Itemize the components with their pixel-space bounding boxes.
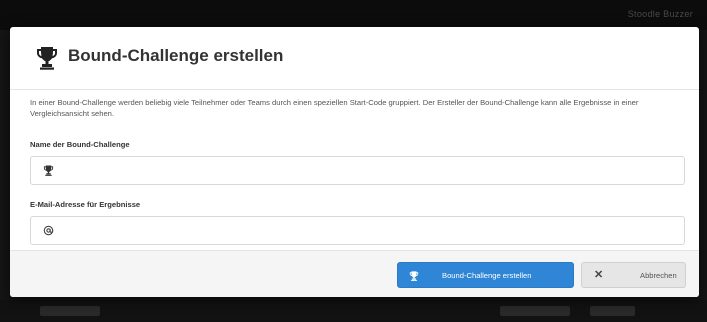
challenge-name-label: Name der Bound-Challenge <box>30 140 130 149</box>
challenge-name-input[interactable] <box>61 157 671 184</box>
trophy-icon <box>409 271 419 281</box>
at-icon <box>43 225 54 236</box>
dialog-title: Bound-Challenge erstellen <box>68 46 284 65</box>
create-bound-challenge-dialog: Bound-Challenge erstellen In einer Bound… <box>10 27 699 297</box>
dialog-footer: Bound-Challenge erstellen ✕ Abbrechen <box>10 250 699 297</box>
background-shape <box>590 306 635 316</box>
cancel-button[interactable]: ✕ Abbrechen <box>581 262 686 288</box>
create-challenge-button[interactable]: Bound-Challenge erstellen <box>397 262 574 288</box>
background-topbar: Stoodle Buzzer <box>0 0 707 30</box>
intro-text: In einer Bound-Challenge werden beliebig… <box>30 98 639 118</box>
create-challenge-label: Bound-Challenge erstellen <box>442 271 532 280</box>
dialog-body: In einer Bound-Challenge werden beliebig… <box>10 90 699 250</box>
close-icon: ✕ <box>594 269 604 281</box>
trophy-icon <box>37 47 57 70</box>
email-field[interactable] <box>30 216 685 245</box>
trophy-icon <box>43 165 54 176</box>
email-input[interactable] <box>61 217 671 244</box>
topbar-text: Stoodle Buzzer <box>627 9 693 19</box>
background-shape <box>500 306 570 316</box>
email-label: E-Mail-Adresse für Ergebnisse <box>30 200 141 209</box>
background-shape <box>40 306 100 316</box>
cancel-label: Abbrechen <box>640 271 677 280</box>
dialog-header: Bound-Challenge erstellen <box>10 27 699 90</box>
background-bottom-bar <box>0 300 707 322</box>
challenge-name-field[interactable] <box>30 156 685 185</box>
